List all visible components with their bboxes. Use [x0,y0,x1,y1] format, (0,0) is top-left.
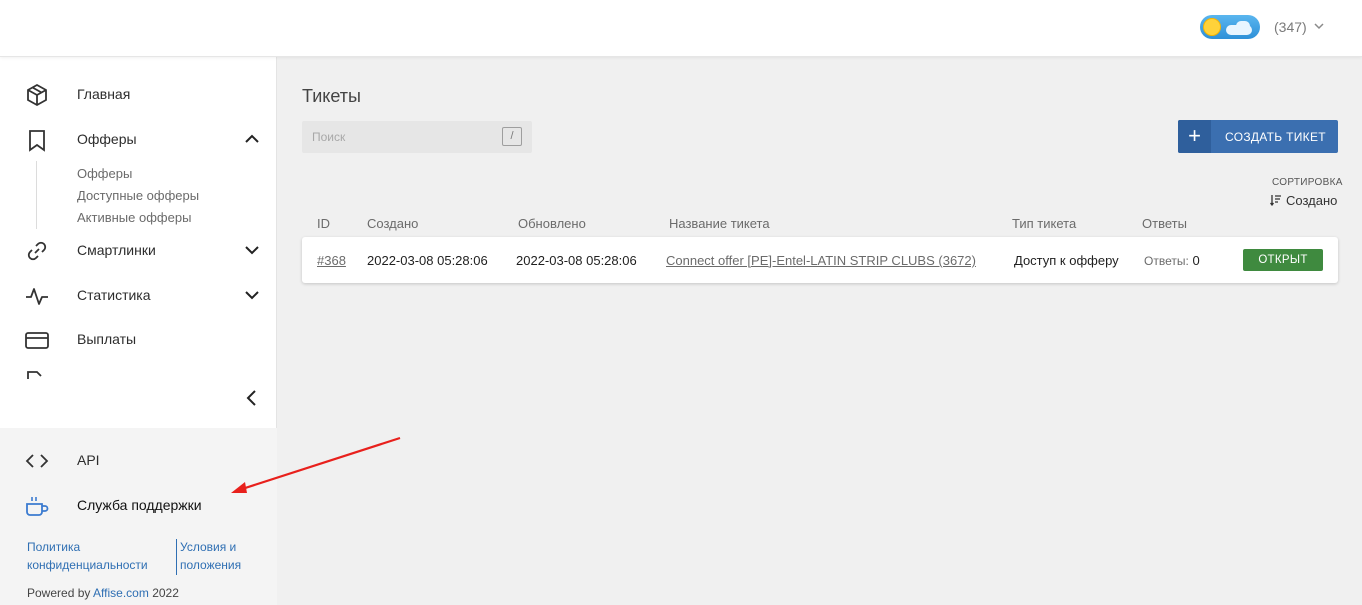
card-icon [25,332,49,349]
column-header-title: Название тикета [669,216,770,231]
terms-line-1: Условия и [180,540,237,554]
sidebar-item-payouts[interactable]: Выплаты [0,319,277,359]
ticket-title-link[interactable]: Connect offer [PE]-Entel-LATIN STRIP CLU… [666,253,976,268]
column-header-id: ID [317,216,330,231]
link-icon [27,241,47,261]
privacy-line-2: конфиденциальности [27,558,148,572]
affise-link[interactable]: Affise.com [93,586,149,600]
search-input[interactable] [302,121,492,153]
sidebar-item-label: Служба поддержки [77,497,202,513]
create-ticket-label: СОЗДАТЬ ТИКЕТ [1225,130,1326,144]
sidebar-item-label: Главная [77,86,131,102]
search-shortcut-key: / [502,127,522,146]
powered-prefix: Powered by [27,586,91,600]
sidebar-subitem-active-offers[interactable]: Активные офферы [77,210,191,225]
column-header-updated: Обновлено [518,216,586,231]
ticket-created: 2022-03-08 05:28:06 [367,253,488,268]
weather-toggle[interactable] [1200,15,1260,39]
sort-value-label: Создано [1286,193,1338,208]
coffee-cup-icon [26,497,49,516]
terms-line-2: положения [180,558,242,572]
annotation-arrow-icon [231,436,401,493]
sidebar-item-smartlinks[interactable]: Смартлинки [0,230,277,270]
sidebar-item-label: Статистика [77,287,151,303]
cloud-shape [1226,25,1252,35]
answers-count: 0 [1192,253,1200,268]
sidebar-item-label: Смартлинки [77,242,156,258]
chevron-down-icon[interactable] [1313,19,1325,33]
package-icon [27,83,47,107]
footer-divider [176,539,177,575]
privacy-line-1: Политика [27,540,81,554]
ticket-answers: Ответы: 0 [1144,253,1200,268]
top-bar: (347) [0,0,1362,57]
answers-label: Ответы: [1144,254,1189,268]
terms-link[interactable]: Условия и положения [180,538,241,574]
pulse-icon [26,288,48,305]
create-ticket-button[interactable]: + СОЗДАТЬ ТИКЕТ [1178,120,1338,153]
status-badge: ОТКРЫТ [1243,249,1323,271]
sort-icon [1270,195,1281,206]
search-box [302,121,532,153]
sidebar-item-offers[interactable]: Офферы [0,119,277,159]
sidebar: Главная Офферы Офферы Доступные офферы А… [0,57,277,605]
page-title: Тикеты [302,86,361,106]
column-header-created: Создано [367,216,419,231]
sidebar-item-home[interactable]: Главная [0,74,277,114]
powered-year: 2022 [152,586,179,600]
sort-label: СОРТИРОВКА [1272,177,1343,188]
sidebar-subitem-available-offers[interactable]: Доступные офферы [77,188,199,203]
ticket-type: Доступ к офферу [1014,253,1119,268]
ticket-id-link[interactable]: #368 [317,253,346,268]
chevron-down-icon[interactable] [242,285,262,305]
powered-by: Powered by Affise.com 2022 [27,586,179,600]
submenu-guide-line [36,161,37,229]
ticket-updated: 2022-03-08 05:28:06 [516,253,637,268]
table-row[interactable]: #368 2022-03-08 05:28:06 2022-03-08 05:2… [302,237,1338,283]
sidebar-item-label: API [77,452,100,468]
code-icon [25,454,49,468]
chevron-up-icon[interactable] [242,129,262,149]
bookmark-icon [29,130,45,152]
sidebar-subitem-offers[interactable]: Офферы [77,166,132,181]
column-header-answers: Ответы [1142,216,1187,231]
balance-count[interactable]: (347) [1274,19,1307,35]
column-header-type: Тип тикета [1012,216,1077,231]
privacy-policy-link[interactable]: Политика конфиденциальности [27,538,148,574]
sidebar-item-label: Офферы [77,131,137,147]
plus-icon: + [1178,120,1211,153]
document-icon [27,371,42,379]
chevron-down-icon[interactable] [242,240,262,260]
collapse-sidebar-icon[interactable] [244,389,260,407]
sidebar-item-statistics[interactable]: Статистика [0,275,277,315]
sidebar-item-label: Выплаты [77,331,137,347]
sun-icon [1204,19,1220,35]
sort-selector[interactable]: Создано [1270,193,1337,208]
